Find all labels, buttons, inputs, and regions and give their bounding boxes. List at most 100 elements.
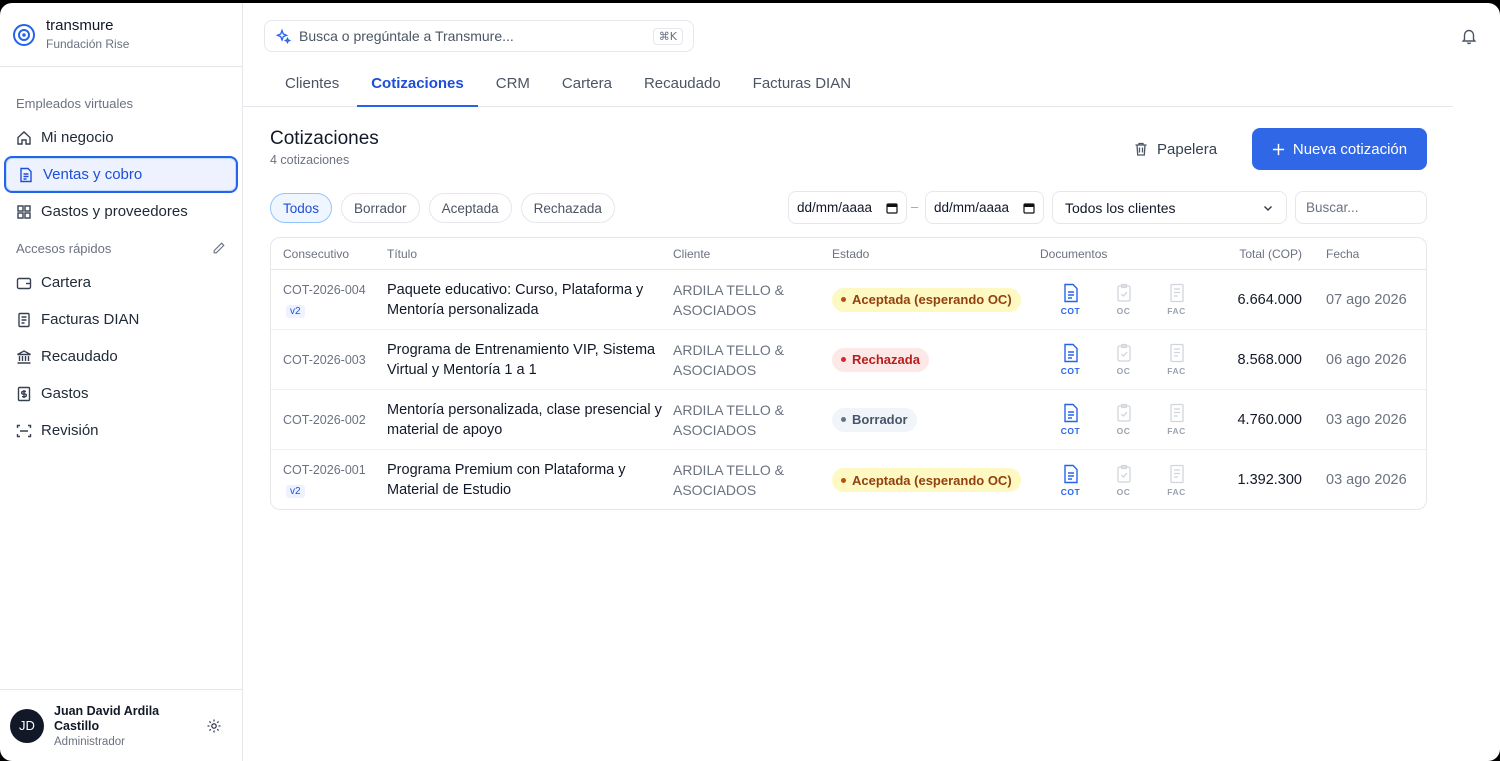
oc-clipboard-icon — [1116, 283, 1131, 302]
sidebar-item-label: Cartera — [41, 274, 92, 291]
doc-fac: FAC — [1146, 403, 1199, 436]
col-header-total[interactable]: Total (COP) — [1211, 247, 1302, 261]
sidebar-item-label: Mi negocio — [41, 129, 114, 146]
quote-title: Programa Premium con Plataforma y Materi… — [387, 462, 626, 498]
sidebar-item-recaudado[interactable]: Recaudado — [4, 338, 238, 375]
col-header-id[interactable]: Consecutivo — [271, 244, 387, 264]
brand-header[interactable]: transmure Fundación Rise — [0, 3, 242, 67]
search-input[interactable] — [299, 28, 653, 44]
cot-document-icon — [1063, 403, 1078, 423]
wallet-icon — [16, 277, 32, 289]
gear-icon[interactable] — [206, 718, 222, 734]
brand-org: Fundación Rise — [46, 37, 130, 51]
app-window: transmure Fundación Rise Empleados virtu… — [0, 3, 1500, 761]
date-from-input[interactable]: dd/mm/aaaa — [788, 191, 907, 224]
sidebar-item-gastos-y-proveedores[interactable]: Gastos y proveedores — [4, 193, 238, 230]
plus-icon — [1272, 143, 1284, 155]
client-select[interactable]: Todos los clientes — [1052, 191, 1287, 224]
oc-clipboard-icon — [1116, 343, 1131, 362]
cot-document-icon — [1063, 343, 1078, 363]
status-badge: Aceptada (esperando OC) — [832, 468, 1021, 492]
col-header-date[interactable]: Fecha — [1302, 247, 1412, 261]
sidebar-item-label: Ventas y cobro — [43, 166, 143, 183]
sidebar-item-label: Gastos — [41, 385, 89, 402]
doc-cot[interactable]: COT — [1040, 343, 1093, 376]
status-badge: Borrador — [832, 407, 917, 432]
col-header-title[interactable]: Título — [387, 244, 673, 264]
quote-date: 07 ago 2026 — [1326, 291, 1407, 308]
trash-label: Papelera — [1157, 140, 1218, 158]
filter-chip-rechazada[interactable]: Rechazada — [520, 193, 615, 223]
filter-chip-todos[interactable]: Todos — [270, 193, 333, 223]
fac-invoice-icon — [1169, 403, 1184, 423]
sidebar-item-cartera[interactable]: Cartera — [4, 264, 238, 301]
user-role: Administrador — [54, 735, 125, 748]
quote-title: Mentoría personalizada, clase presencial… — [387, 401, 662, 438]
new-quote-label: Nueva cotización — [1292, 140, 1408, 158]
table-row[interactable]: COT-2026-002 Mentoría personalizada, cla… — [271, 390, 1426, 450]
sidebar-item-ventas-y-cobro[interactable]: Ventas y cobro — [4, 156, 238, 193]
tab-crm[interactable]: CRM — [482, 63, 544, 107]
sidebar-item-gastos[interactable]: Gastos — [4, 375, 238, 412]
table-header: Consecutivo Título Cliente Estado Docume… — [271, 238, 1426, 270]
quote-title: Paquete educativo: Curso, Plataforma y M… — [387, 281, 644, 318]
edit-pencil-icon[interactable] — [212, 241, 226, 255]
tab-cotizaciones[interactable]: Cotizaciones — [357, 63, 478, 107]
table-row[interactable]: COT-2026-003 Programa de Entrenamiento V… — [271, 330, 1426, 390]
table-row[interactable]: COT-2026-001 v2 Programa Premium con Pla… — [271, 450, 1426, 509]
tab-facturas-dian[interactable]: Facturas DIAN — [739, 63, 865, 107]
grid-icon — [17, 204, 31, 219]
invoice-icon — [18, 312, 30, 327]
col-header-docs: Documentos — [1040, 246, 1108, 261]
quote-total: 4.760.000 — [1237, 411, 1302, 428]
quote-client: ARDILA TELLO & ASOCIADOS — [673, 401, 785, 438]
page-title: Cotizaciones — [270, 128, 379, 149]
date-to-input[interactable]: dd/mm/aaaa — [925, 191, 1044, 224]
sidebar-item-label: Facturas DIAN — [41, 311, 140, 328]
oc-clipboard-icon — [1116, 464, 1131, 483]
trash-button[interactable]: Papelera — [1133, 134, 1217, 164]
table-row[interactable]: COT-2026-004 v2 Paquete educativo: Curso… — [271, 270, 1426, 330]
sidebar-item-revision[interactable]: Revisión — [4, 412, 238, 449]
col-header-client[interactable]: Cliente — [673, 244, 832, 264]
filter-chip-borrador[interactable]: Borrador — [341, 193, 420, 223]
tab-recaudado[interactable]: Recaudado — [630, 63, 735, 107]
bell-icon[interactable] — [1460, 27, 1478, 45]
filter-chip-aceptada[interactable]: Aceptada — [428, 193, 512, 223]
doc-oc: OC — [1093, 403, 1146, 436]
calendar-icon — [1023, 202, 1035, 214]
quote-date: 03 ago 2026 — [1326, 472, 1407, 488]
doc-cot[interactable]: COT — [1040, 464, 1093, 497]
quote-total: 8.568.000 — [1237, 351, 1302, 368]
sidebar-item-facturas-dian[interactable]: Facturas DIAN — [4, 301, 238, 338]
doc-oc: OC — [1093, 343, 1146, 376]
quote-title: Programa de Entrenamiento VIP, Sistema V… — [387, 341, 656, 378]
user-panel: JD Juan David Ardila Castillo Administra… — [0, 689, 242, 761]
cot-document-icon — [1063, 464, 1078, 483]
sidebar-item-mi-negocio[interactable]: Mi negocio — [4, 119, 238, 156]
global-search[interactable]: ⌘K — [264, 20, 694, 52]
sidebar-section-employees: Empleados virtuales — [0, 91, 242, 115]
tab-clientes[interactable]: Clientes — [271, 63, 353, 107]
quote-id: COT-2026-002 — [283, 412, 366, 427]
new-quote-button[interactable]: Nueva cotización — [1252, 128, 1427, 170]
sidebar-section-shortcuts: Accesos rápidos — [0, 236, 242, 260]
tab-bar: Clientes Cotizaciones CRM Cartera Recaud… — [243, 63, 1453, 107]
date-from-value: dd/mm/aaaa — [797, 200, 873, 215]
doc-cot[interactable]: COT — [1040, 403, 1093, 436]
status-badge: Aceptada (esperando OC) — [832, 287, 1021, 312]
quote-id: COT-2026-004 v2 — [283, 282, 366, 318]
avatar[interactable]: JD — [10, 708, 44, 743]
quote-total: 1.392.300 — [1237, 472, 1302, 488]
quote-total: 6.664.000 — [1237, 291, 1302, 308]
quote-id: COT-2026-001 v2 — [283, 463, 366, 498]
trash-icon — [1135, 142, 1147, 156]
doc-cot[interactable]: COT — [1040, 283, 1093, 316]
table-search-input[interactable] — [1295, 191, 1427, 224]
calendar-icon — [886, 202, 898, 214]
doc-fac: FAC — [1146, 464, 1199, 497]
fac-invoice-icon — [1169, 283, 1184, 303]
col-header-state[interactable]: Estado — [832, 247, 1040, 261]
tab-cartera[interactable]: Cartera — [548, 63, 626, 107]
brand-name: transmure — [46, 17, 114, 34]
